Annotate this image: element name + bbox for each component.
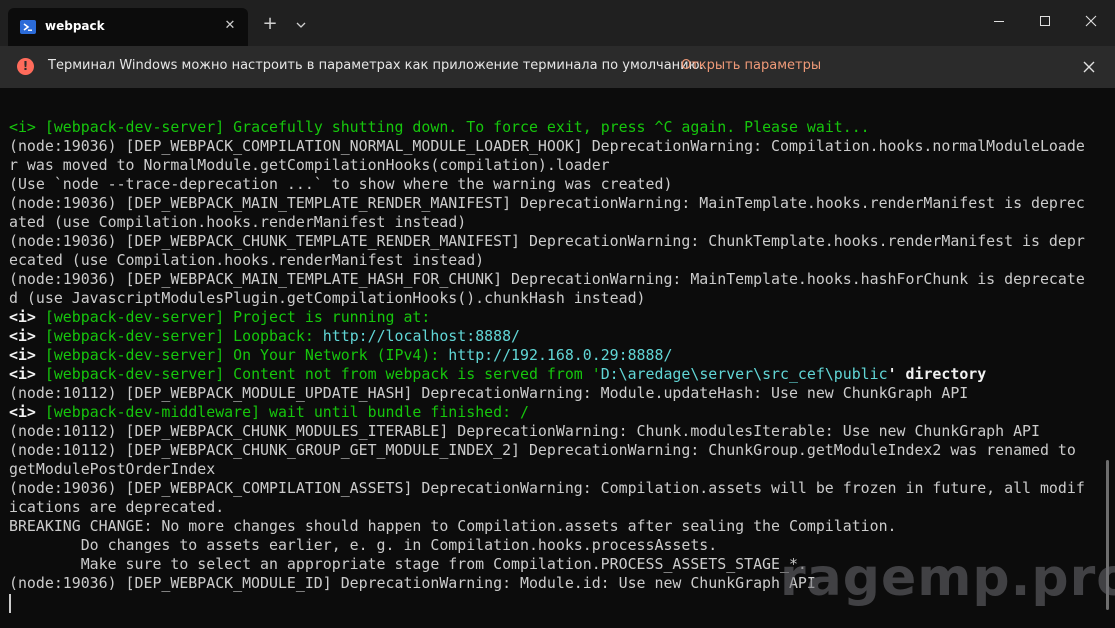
terminal-line: (node:10112) [DEP_WEBPACK_CHUNK_MODULES_…	[9, 422, 1085, 441]
terminal-text: <i>	[9, 327, 45, 345]
terminal-text: (node:19036) [DEP_WEBPACK_MAIN_TEMPLATE_…	[9, 194, 1085, 212]
terminal-text: [webpack-dev-middleware] wait until bund…	[44, 403, 529, 421]
terminal-line: <i> [webpack-dev-server] Content not fro…	[9, 365, 1085, 384]
terminal-line: (node:10112) [DEP_WEBPACK_MODULE_UPDATE_…	[9, 384, 1085, 403]
terminal-line: (node:19036) [DEP_WEBPACK_CHUNK_TEMPLATE…	[9, 232, 1085, 251]
text-cursor	[9, 594, 11, 613]
terminal-text: (node:19036) [DEP_WEBPACK_CHUNK_TEMPLATE…	[9, 232, 1085, 250]
error-icon: !	[17, 58, 34, 75]
watermark: ragemp.pro	[780, 548, 1115, 608]
terminal-line: ications are deprecated.	[9, 498, 1085, 517]
terminal-line: r was moved to NormalModule.getCompilati…	[9, 156, 1085, 175]
chevron-down-icon[interactable]	[290, 14, 312, 36]
terminal-text: [webpack-dev-server] Loopback:	[44, 327, 323, 345]
maximize-button[interactable]	[1022, 0, 1068, 46]
close-window-button[interactable]	[1068, 0, 1114, 46]
terminal-line: ated (use Compilation.hooks.renderManife…	[9, 213, 1085, 232]
terminal-text: <i>	[9, 308, 45, 326]
terminal-text: ecated (use Compilation.hooks.renderMani…	[9, 251, 485, 269]
terminal-text: ications are deprecated.	[9, 498, 225, 516]
terminal-pane[interactable]: <i> [webpack-dev-server] Gracefully shut…	[0, 88, 1115, 628]
terminal-line: (node:19036) [DEP_WEBPACK_MAIN_TEMPLATE_…	[9, 194, 1085, 213]
terminal-line: ecated (use Compilation.hooks.renderMani…	[9, 251, 1085, 270]
terminal-text: [webpack-dev-server] Gracefully shutting…	[44, 118, 870, 136]
close-icon[interactable]	[1079, 57, 1099, 77]
terminal-text: (node:10112) [DEP_WEBPACK_CHUNK_GROUP_GE…	[9, 441, 1076, 459]
open-settings-link[interactable]: Открыть параметры	[681, 58, 821, 73]
terminal-line: <i> [webpack-dev-server] On Your Network…	[9, 346, 1085, 365]
terminal-line: getModulePostOrderIndex	[9, 460, 1085, 479]
terminal-text: ated (use Compilation.hooks.renderManife…	[9, 213, 467, 231]
terminal-text: (Use `node --trace-deprecation ...` to s…	[9, 175, 673, 193]
terminal-text: [webpack-dev-server] Project is running …	[44, 308, 431, 326]
powershell-icon	[20, 20, 36, 34]
terminal-text: http://192.168.0.29:8888/	[448, 346, 673, 364]
terminal-text: D:\aredage\server\src_cef\public	[600, 365, 888, 383]
terminal-line: <i> [webpack-dev-server] Project is runn…	[9, 308, 1085, 327]
terminal-text: (node:19036) [DEP_WEBPACK_COMPILATION_NO…	[9, 137, 1085, 155]
terminal-line: <i> [webpack-dev-server] Gracefully shut…	[9, 118, 1085, 137]
terminal-line: (node:19036) [DEP_WEBPACK_COMPILATION_NO…	[9, 137, 1085, 156]
terminal-line: BREAKING CHANGE: No more changes should …	[9, 517, 1085, 536]
tab-webpack[interactable]: webpack ✕	[8, 8, 248, 46]
minimize-button[interactable]	[976, 0, 1022, 46]
terminal-text: (node:19036) [DEP_WEBPACK_COMPILATION_AS…	[9, 479, 1085, 497]
terminal-line: (node:10112) [DEP_WEBPACK_CHUNK_GROUP_GE…	[9, 441, 1085, 460]
terminal-text: [webpack-dev-server] Content not from we…	[44, 365, 601, 383]
terminal-line: <i> [webpack-dev-server] Loopback: http:…	[9, 327, 1085, 346]
terminal-line: (node:19036) [DEP_WEBPACK_COMPILATION_AS…	[9, 479, 1085, 498]
terminal-text: [webpack-dev-server] On Your Network (IP…	[44, 346, 449, 364]
terminal-text: (node:10112) [DEP_WEBPACK_MODULE_UPDATE_…	[9, 384, 969, 402]
terminal-text: <i>	[9, 118, 45, 136]
new-tab-button[interactable]: +	[259, 14, 281, 36]
terminal-text: (node:19036) [DEP_WEBPACK_MODULE_ID] Dep…	[9, 574, 816, 592]
tab-title: webpack	[45, 19, 105, 33]
terminal-text: <i>	[9, 365, 45, 383]
close-tab-icon[interactable]: ✕	[220, 16, 240, 36]
terminal-text: Make sure to select an appropriate stage…	[9, 555, 807, 573]
terminal-text: (node:10112) [DEP_WEBPACK_CHUNK_MODULES_…	[9, 422, 1040, 440]
terminal-line: (node:19036) [DEP_WEBPACK_MAIN_TEMPLATE_…	[9, 270, 1085, 289]
title-bar: webpack ✕ +	[0, 0, 1115, 46]
terminal-text: d (use JavascriptModulesPlugin.getCompil…	[9, 289, 646, 307]
terminal-text: r was moved to NormalModule.getCompilati…	[9, 156, 610, 174]
terminal-text: <i>	[9, 403, 45, 421]
terminal-text: (node:19036) [DEP_WEBPACK_MAIN_TEMPLATE_…	[9, 270, 1085, 288]
terminal-line: (Use `node --trace-deprecation ...` to s…	[9, 175, 1085, 194]
terminal-text: http://localhost:8888/	[322, 327, 521, 345]
terminal-line: d (use JavascriptModulesPlugin.getCompil…	[9, 289, 1085, 308]
info-bar: ! Терминал Windows можно настроить в пар…	[0, 46, 1115, 88]
terminal-text: Do changes to assets earlier, e. g. in C…	[9, 536, 718, 554]
terminal-line: <i> [webpack-dev-middleware] wait until …	[9, 403, 1085, 422]
info-message: Терминал Windows можно настроить в парам…	[48, 58, 704, 73]
terminal-text: <i>	[9, 346, 45, 364]
terminal-output: <i> [webpack-dev-server] Gracefully shut…	[9, 118, 1085, 593]
terminal-text: BREAKING CHANGE: No more changes should …	[9, 517, 897, 535]
terminal-text: getModulePostOrderIndex	[9, 460, 216, 478]
terminal-text: ' directory	[887, 365, 987, 383]
